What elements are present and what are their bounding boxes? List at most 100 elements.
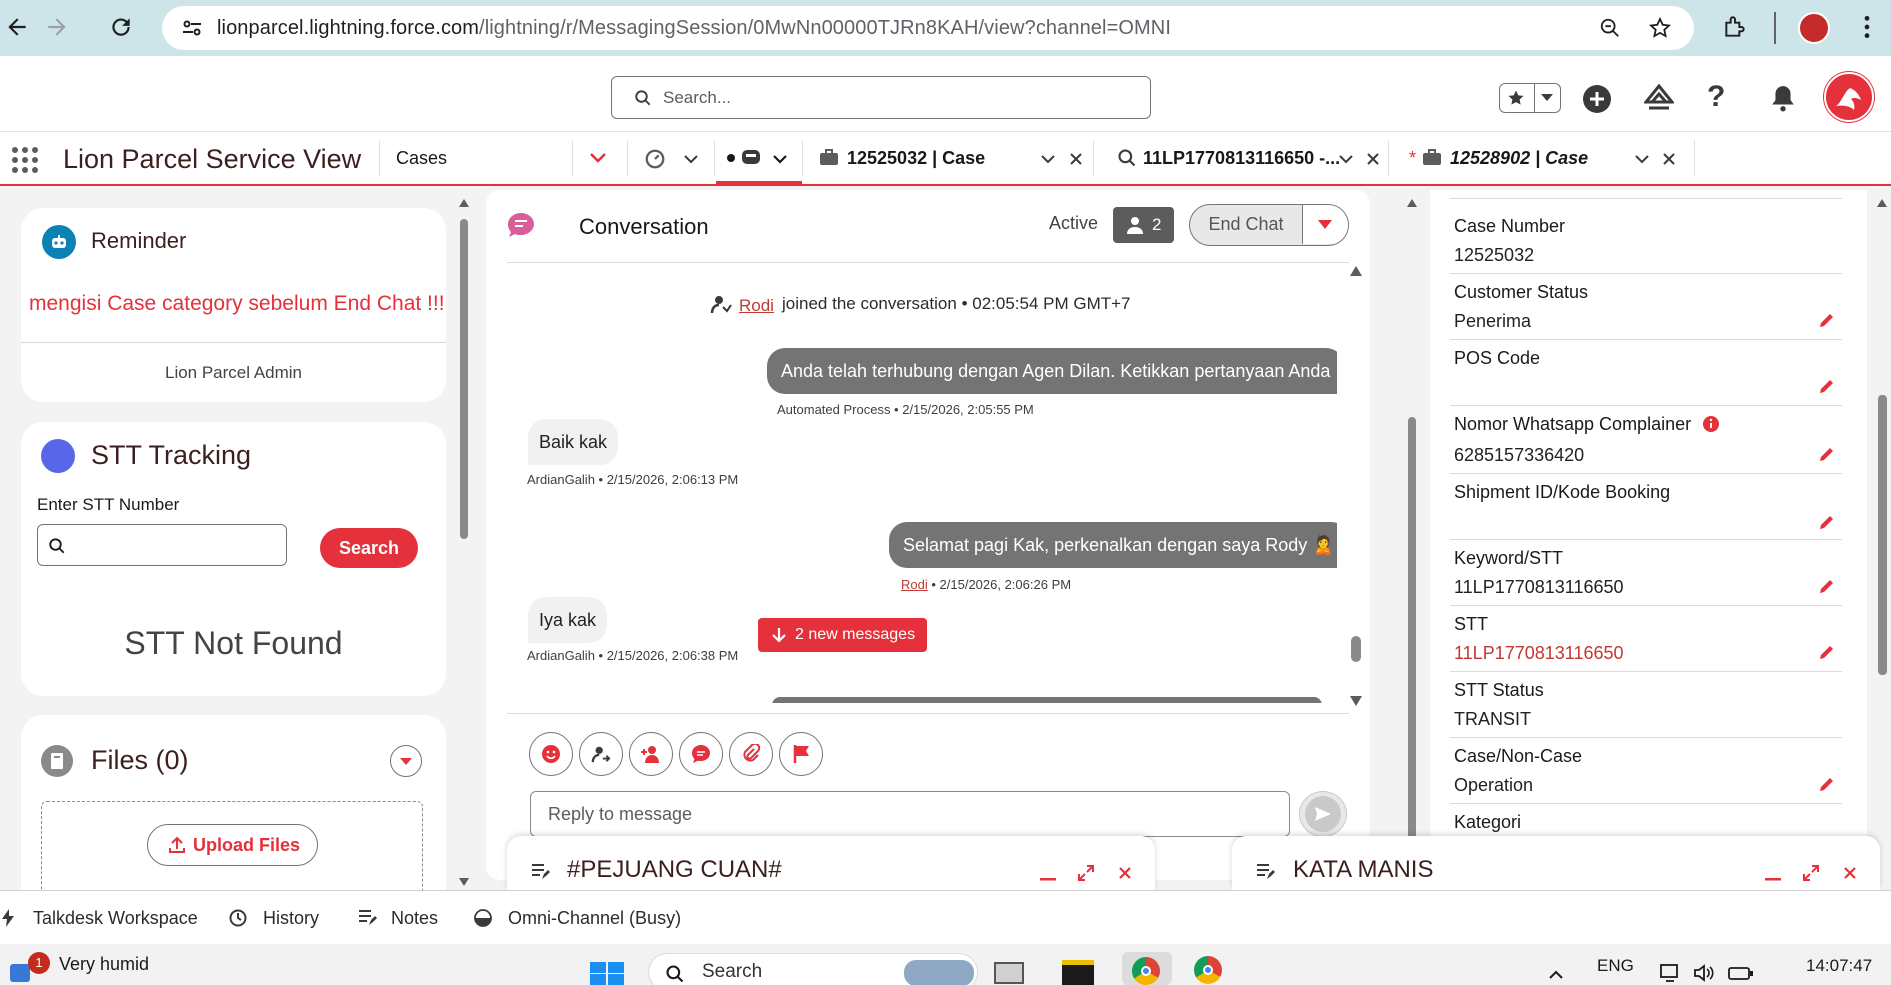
end-chat-menu-button[interactable]: [1302, 205, 1348, 244]
field-label-whatsapp: Nomor Whatsapp Complainer: [1454, 414, 1692, 434]
zoom-icon[interactable]: [1599, 17, 1621, 39]
minimize-icon[interactable]: [1765, 878, 1781, 882]
stt-number-input[interactable]: [37, 524, 287, 566]
forward-icon[interactable]: [44, 14, 70, 40]
browser-menu-icon[interactable]: [1862, 14, 1872, 40]
profile-avatar[interactable]: [1798, 12, 1830, 44]
new-messages-button[interactable]: 2 new messages: [758, 618, 927, 652]
reload-icon[interactable]: [108, 14, 134, 40]
info-icon[interactable]: [1702, 415, 1720, 433]
left-scrollbar[interactable]: [455, 195, 473, 890]
docked-window-kata-manis[interactable]: KATA MANIS: [1232, 836, 1880, 890]
message-sender-link[interactable]: Rodi: [901, 577, 928, 592]
chrome-taskbar-button[interactable]: [1122, 952, 1172, 985]
windows-start-icon[interactable]: [590, 962, 624, 985]
bookmark-star-icon[interactable]: [1648, 16, 1672, 40]
expand-icon[interactable]: [1802, 864, 1820, 882]
chevron-down-icon[interactable]: [683, 154, 699, 164]
tab-case-12525032[interactable]: 12525032 | Case: [803, 132, 1093, 184]
close-icon[interactable]: [1069, 152, 1083, 166]
app-launcher-icon[interactable]: [11, 146, 39, 174]
edit-pencil-icon[interactable]: [1818, 377, 1836, 395]
upload-files-button[interactable]: Upload Files: [147, 824, 318, 866]
close-icon[interactable]: [1118, 866, 1132, 880]
object-nav-tab-cases[interactable]: Cases: [396, 132, 447, 184]
edit-pencil-icon[interactable]: [1818, 513, 1836, 531]
message-meta: ArdianGalih • 2/15/2026, 2:06:13 PM: [527, 472, 739, 487]
tab-search-stt[interactable]: 11LP1770813116650 -...: [1094, 132, 1388, 184]
close-icon[interactable]: [1662, 152, 1676, 166]
close-icon[interactable]: [1366, 152, 1380, 166]
user-avatar[interactable]: [1824, 72, 1874, 122]
scrollbar-thumb[interactable]: [460, 219, 468, 539]
quick-text-button[interactable]: [679, 732, 723, 776]
reply-message-input[interactable]: Reply to message: [530, 791, 1290, 837]
tab-messaging-session[interactable]: [716, 132, 802, 184]
help-icon[interactable]: ?: [1707, 82, 1725, 112]
minimize-icon[interactable]: [1040, 878, 1056, 882]
chevron-down-icon[interactable]: [1040, 154, 1056, 164]
clock-time[interactable]: 14:07:47: [1806, 956, 1872, 976]
detail-left-scrollbar[interactable]: [1403, 195, 1421, 897]
weather-icon[interactable]: [10, 964, 30, 982]
expand-icon[interactable]: [1077, 864, 1095, 882]
stt-search-button[interactable]: Search: [320, 528, 418, 568]
emoji-button[interactable]: [529, 732, 573, 776]
paperclip-icon: [743, 744, 761, 762]
url-text[interactable]: lionparcel.lightning.force.com/lightning…: [217, 6, 1171, 50]
send-button[interactable]: [1299, 791, 1347, 837]
joined-agent-link[interactable]: Rodi: [739, 296, 774, 316]
monitor-icon[interactable]: [1660, 964, 1682, 982]
clock-icon: [229, 909, 247, 927]
flag-button[interactable]: [779, 732, 823, 776]
edit-pencil-icon[interactable]: [1818, 311, 1836, 329]
utility-item-history[interactable]: History: [229, 891, 319, 945]
utility-item-notes[interactable]: Notes: [357, 891, 438, 945]
attach-file-button[interactable]: [729, 732, 773, 776]
utility-item-omni-channel[interactable]: Omni-Channel (Busy): [474, 891, 681, 945]
files-menu-button[interactable]: [390, 745, 422, 777]
app-icon-terminal[interactable]: [1062, 960, 1094, 985]
url-path: /lightning/r/MessagingSession/0MwNn00000…: [479, 17, 1171, 39]
back-icon[interactable]: [4, 14, 30, 40]
chrome-profile-taskbar-icon[interactable]: [1194, 956, 1222, 984]
language-indicator[interactable]: ENG: [1597, 956, 1634, 976]
stt-tracking-title: STT Tracking: [91, 440, 252, 470]
site-info-icon[interactable]: [180, 16, 204, 40]
dashboard-gauge-icon[interactable]: [644, 148, 666, 170]
chevron-up-icon[interactable]: [1548, 970, 1564, 980]
right-scrollbar[interactable]: [1874, 195, 1891, 890]
scrollbar-thumb[interactable]: [1878, 395, 1887, 675]
end-chat-button[interactable]: End Chat: [1190, 205, 1302, 244]
chevron-down-icon[interactable]: [1338, 154, 1354, 164]
participants-badge[interactable]: 2: [1113, 207, 1174, 243]
scrollbar-thumb[interactable]: [1351, 636, 1361, 662]
weather-text[interactable]: Very humid: [59, 954, 149, 975]
extensions-icon[interactable]: [1722, 14, 1748, 40]
trailhead-icon[interactable]: [1644, 84, 1674, 112]
speaker-icon[interactable]: [1693, 964, 1715, 982]
address-bar[interactable]: lionparcel.lightning.force.com/lightning…: [162, 6, 1694, 50]
battery-icon[interactable]: [1728, 964, 1754, 982]
docked-window-pejuang-cuan[interactable]: #PEJUANG CUAN#: [507, 836, 1155, 890]
close-icon[interactable]: [1843, 866, 1857, 880]
global-actions-add-icon[interactable]: [1583, 85, 1611, 113]
edit-pencil-icon[interactable]: [1818, 577, 1836, 595]
edit-pencil-icon[interactable]: [1818, 775, 1836, 793]
field-value-stt-link[interactable]: 11LP1770813116650: [1454, 643, 1624, 664]
favorites-button[interactable]: [1499, 83, 1561, 113]
tab-case-12528902[interactable]: * 12528902 | Case: [1389, 132, 1694, 184]
taskbar-search[interactable]: Search: [648, 953, 978, 985]
add-participant-button[interactable]: [629, 732, 673, 776]
global-search-input[interactable]: Search...: [611, 76, 1151, 119]
edit-pencil-icon[interactable]: [1818, 643, 1836, 661]
transfer-button[interactable]: [579, 732, 623, 776]
scrollbar-thumb[interactable]: [1408, 417, 1416, 897]
edit-pencil-icon[interactable]: [1818, 445, 1836, 463]
notifications-bell-icon[interactable]: [1770, 84, 1796, 112]
task-view-icon[interactable]: [994, 962, 1024, 984]
nav-menu-chevron-icon[interactable]: [589, 152, 607, 164]
chevron-down-icon[interactable]: [1634, 154, 1650, 164]
message-scrollbar[interactable]: [1349, 266, 1363, 706]
utility-item-talkdesk[interactable]: Talkdesk Workspace: [0, 891, 198, 945]
